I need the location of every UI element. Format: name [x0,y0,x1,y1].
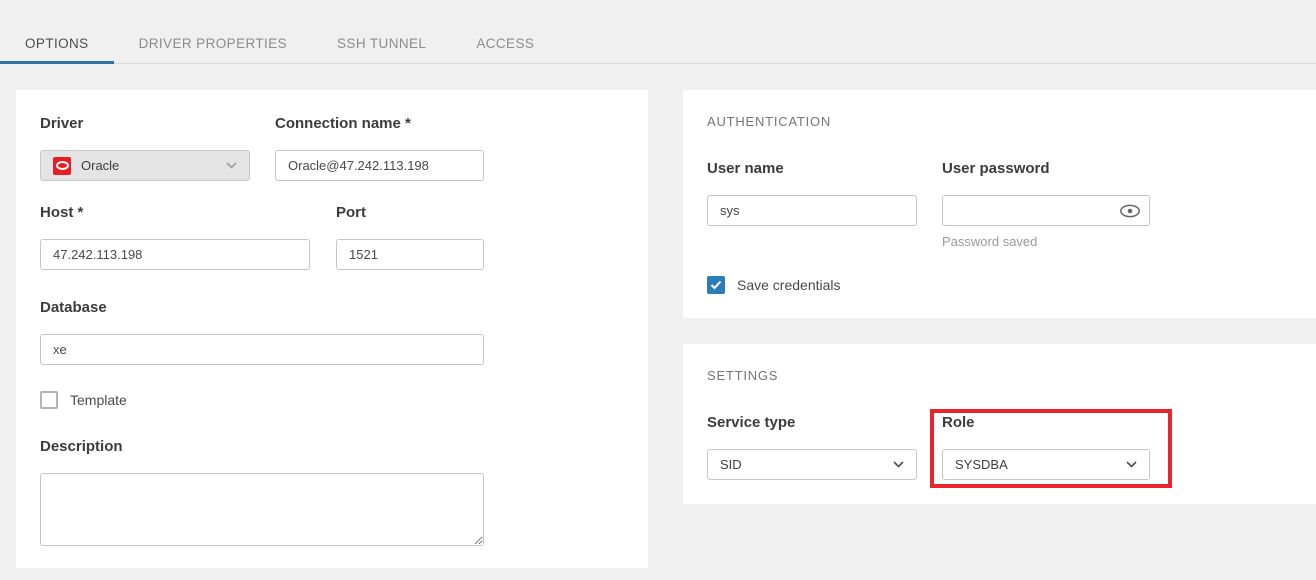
role-label: Role [942,413,1150,433]
chevron-down-icon [1126,461,1137,468]
eye-icon [1119,203,1141,218]
chevron-down-icon [893,461,904,468]
description-textarea[interactable] [40,473,484,546]
port-label: Port [336,203,484,223]
settings-heading: SETTINGS [707,368,1292,383]
tab-bar: OPTIONS DRIVER PROPERTIES SSH TUNNEL ACC… [0,0,1316,64]
password-visibility-toggle[interactable] [1119,203,1141,218]
user-name-input[interactable] [707,195,917,226]
port-input[interactable] [336,239,484,270]
authentication-heading: AUTHENTICATION [707,114,1292,129]
password-saved-hint: Password saved [942,234,1150,249]
driver-label: Driver [40,114,250,134]
connection-options-card: Driver Oracle Connection name * Host * [16,90,648,568]
authentication-card: AUTHENTICATION User name User password P… [683,90,1316,318]
save-credentials-label: Save credentials [737,277,841,293]
service-type-select[interactable]: SID [707,449,917,480]
user-password-label: User password [942,159,1150,179]
host-input[interactable] [40,239,310,270]
oracle-driver-icon [53,157,71,175]
chevron-down-icon [226,162,237,169]
tab-access[interactable]: ACCESS [451,23,559,63]
tab-options[interactable]: OPTIONS [0,23,114,63]
user-name-label: User name [707,159,917,179]
checkmark-icon [710,280,722,290]
role-value: SYSDBA [955,457,1008,472]
settings-card: SETTINGS Service type SID Role SYSDBA [683,344,1316,504]
tab-ssh-tunnel[interactable]: SSH TUNNEL [312,23,451,63]
role-select[interactable]: SYSDBA [942,449,1150,480]
description-label: Description [40,437,624,457]
save-credentials-checkbox[interactable] [707,276,725,294]
service-type-label: Service type [707,413,917,433]
connection-name-label: Connection name * [275,114,484,134]
driver-select-value: Oracle [81,158,119,173]
template-checkbox[interactable] [40,391,58,409]
driver-select[interactable]: Oracle [40,150,250,181]
database-input[interactable] [40,334,484,365]
database-label: Database [40,298,624,318]
tab-driver-properties[interactable]: DRIVER PROPERTIES [114,23,312,63]
connection-name-input[interactable] [275,150,484,181]
host-label: Host * [40,203,310,223]
service-type-value: SID [720,457,742,472]
template-label: Template [70,392,127,408]
